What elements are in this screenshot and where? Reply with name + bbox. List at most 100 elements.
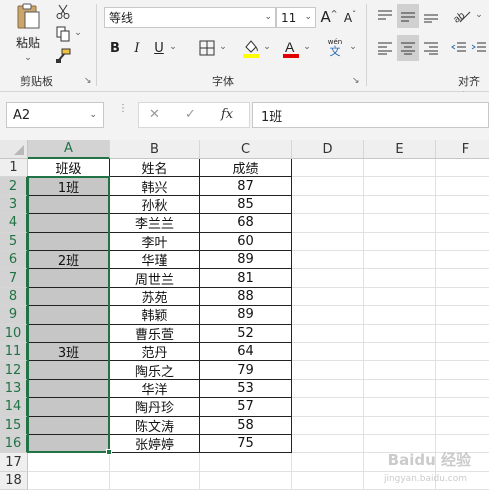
clipboard-launcher-icon[interactable]: ↘ [84, 76, 92, 86]
cell-f3[interactable] [436, 196, 489, 215]
fill-color-dropdown-icon[interactable]: ⌄ [262, 40, 272, 54]
shrink-font-button[interactable]: Aˇ [340, 7, 360, 29]
row-header-14[interactable]: 14 [0, 398, 28, 417]
phonetic-dropdown-icon[interactable]: ⌄ [348, 40, 358, 54]
cell-b7[interactable]: 周世兰 [110, 269, 200, 288]
font-color-icon[interactable]: A [280, 36, 302, 60]
align-top-icon[interactable] [374, 6, 396, 26]
italic-button[interactable]: I [128, 38, 146, 58]
select-all-corner[interactable] [0, 140, 28, 159]
cell-b10[interactable]: 曹乐萱 [110, 324, 200, 343]
cell-a13[interactable] [28, 379, 110, 399]
cell-c2[interactable]: 87 [200, 177, 292, 196]
cancel-icon[interactable]: ✕ [149, 107, 160, 122]
cell-c15[interactable]: 58 [200, 416, 292, 435]
font-size-select[interactable]: 11 ⌄ [276, 7, 316, 28]
cell-b13[interactable]: 华洋 [110, 379, 200, 399]
cell-f8[interactable] [436, 288, 489, 307]
row-header-3[interactable]: 3 [0, 195, 28, 215]
underline-button[interactable]: U [150, 38, 168, 58]
cell-c5[interactable]: 60 [200, 232, 292, 251]
cell-a2[interactable]: 1班 [28, 177, 110, 196]
cell-e10[interactable] [364, 324, 436, 343]
copy-icon[interactable] [52, 24, 74, 44]
cell-c9[interactable]: 89 [200, 306, 292, 325]
enter-icon[interactable]: ✓ [185, 107, 196, 122]
align-right-icon[interactable] [420, 37, 442, 59]
cell-a1[interactable]: 班级 [28, 159, 110, 178]
cell-b11[interactable]: 范丹 [110, 343, 200, 362]
cell-a14[interactable] [28, 398, 110, 417]
cell-a3[interactable] [28, 195, 110, 215]
cell-c13[interactable]: 53 [200, 379, 292, 399]
row-header-1[interactable]: 1 [0, 159, 28, 178]
cell-e12[interactable] [364, 361, 436, 380]
cell-e9[interactable] [364, 306, 436, 325]
cell-e14[interactable] [364, 398, 436, 417]
align-center-icon[interactable] [397, 35, 419, 61]
cell-b6[interactable]: 华瑾 [110, 251, 200, 270]
cell-f2[interactable] [436, 177, 489, 196]
column-header-a[interactable]: A [28, 140, 110, 159]
row-header-15[interactable]: 15 [0, 416, 28, 435]
align-bottom-icon[interactable] [420, 6, 442, 26]
cell-a15[interactable] [28, 416, 110, 435]
cell-d4[interactable] [292, 214, 364, 233]
cell-b12[interactable]: 陶乐之 [110, 361, 200, 380]
cell-c7[interactable]: 81 [200, 269, 292, 288]
splitter-dots-icon[interactable]: ⋮ [118, 104, 128, 114]
cell-a4[interactable] [28, 214, 110, 233]
cell-b18[interactable] [110, 471, 200, 491]
cell-e15[interactable] [364, 416, 436, 435]
cell-c6[interactable]: 89 [200, 251, 292, 270]
column-header-d[interactable]: D [292, 140, 364, 159]
name-box[interactable]: A2 ⌄ [6, 102, 104, 128]
cell-c12[interactable]: 79 [200, 361, 292, 380]
cell-d16[interactable] [292, 435, 364, 454]
cell-c3[interactable]: 85 [200, 195, 292, 215]
cell-f14[interactable] [436, 398, 489, 417]
borders-icon[interactable] [196, 38, 218, 58]
row-header-4[interactable]: 4 [0, 214, 28, 233]
cell-f12[interactable] [436, 361, 489, 380]
font-launcher-icon[interactable]: ↘ [352, 76, 360, 86]
cell-a12[interactable] [28, 361, 110, 380]
cell-e3[interactable] [364, 195, 436, 215]
cell-d9[interactable] [292, 306, 364, 325]
cell-e7[interactable] [364, 269, 436, 288]
cell-b9[interactable]: 韩颖 [110, 306, 200, 325]
increase-indent-icon[interactable] [470, 37, 488, 59]
worksheet-grid[interactable]: A B C D E F 1 班级 姓名 成绩 2 1班 韩兴 87 3 孙秋 85 4 李兰兰 68 5 李叶 60 6 2班华… [0, 140, 489, 496]
cell-c16[interactable]: 75 [200, 435, 292, 454]
cell-d17[interactable] [292, 453, 364, 472]
cell-b8[interactable]: 苏苑 [110, 287, 200, 307]
cell-d10[interactable] [292, 324, 364, 343]
column-header-c[interactable]: C [200, 140, 292, 159]
cell-a8[interactable] [28, 287, 110, 307]
cell-d3[interactable] [292, 195, 364, 215]
cell-c10[interactable]: 52 [200, 324, 292, 343]
cell-d12[interactable] [292, 361, 364, 380]
format-painter-icon[interactable] [52, 46, 74, 66]
row-header-2[interactable]: 2 [0, 177, 28, 196]
cell-b3[interactable]: 孙秋 [110, 195, 200, 215]
cell-c8[interactable]: 88 [200, 287, 292, 307]
cell-f15[interactable] [436, 417, 489, 435]
decrease-indent-icon[interactable] [450, 37, 468, 59]
row-header-10[interactable]: 10 [0, 324, 28, 343]
phonetic-button[interactable]: wén 文 [322, 36, 348, 60]
cell-a11[interactable]: 3班 [28, 343, 110, 362]
row-header-8[interactable]: 8 [0, 287, 28, 307]
align-left-icon[interactable] [374, 37, 396, 59]
paste-button[interactable]: 粘贴 [10, 2, 46, 50]
cell-e6[interactable] [364, 251, 436, 270]
cell-d11[interactable] [292, 343, 364, 362]
row-header-6[interactable]: 6 [0, 251, 28, 270]
row-header-17[interactable]: 17 [0, 453, 28, 472]
cell-f11[interactable] [436, 343, 489, 362]
row-header-13[interactable]: 13 [0, 379, 28, 399]
row-header-9[interactable]: 9 [0, 306, 28, 325]
cell-e5[interactable] [364, 232, 436, 251]
cell-e4[interactable] [364, 214, 436, 233]
font-name-select[interactable]: 等线 ⌄ [104, 7, 276, 28]
